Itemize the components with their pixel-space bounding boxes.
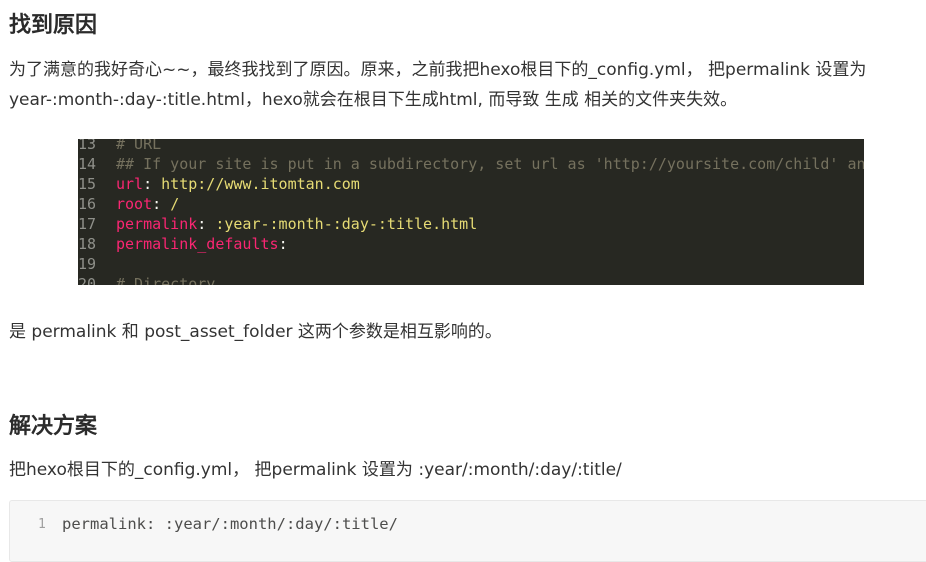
config-token: permalink_defaults [116,235,279,253]
config-token: # URL [116,139,162,153]
cause-paragraph-line-1: 为了满意的我好奇心~~，最终我找到了原因。原来，之前我把hexo根目下的_con… [9,60,867,80]
config-token: : [278,235,288,253]
config-token: root [116,195,153,213]
config-token: # Directory [116,275,216,285]
config-line: 16 root: / [78,194,179,214]
config-token: permalink [116,215,198,233]
config-line-number: 13 [78,139,97,153]
config-line-number: 15 [78,175,97,193]
config-line-number: 18 [78,235,97,253]
config-token: :year-:month-:day-:title.html [215,215,478,233]
note-paragraph: 是 permalink 和 post_asset_folder 这两个参数是相互… [9,322,502,342]
config-token: : [152,195,171,213]
config-line: 14 ## If your site is put in a subdirecto… [78,154,864,174]
config-token: : [197,215,216,233]
heading-find-cause: 找到原因 [9,13,98,38]
config-line: 20 # Directory [78,274,215,285]
config-token: ## If your site is put in a subdirectory… [116,155,864,173]
config-line: 13 # URL [78,139,161,154]
config-line-number: 14 [78,155,97,173]
solution-paragraph: 把hexo根目下的_config.yml， 把permalink 设置为 :ye… [9,460,622,480]
code-line-number: 1 [38,517,46,532]
config-line: 15 url: http://www.itomtan.com [78,174,360,194]
config-line: 18 permalink_defaults: [78,234,288,254]
solution-code-block: 1 permalink: :year/:month/:day/:title/ [9,500,926,562]
config-line-number: 19 [78,255,97,273]
config-token: url [116,175,144,193]
config-token: http://www.itomtan.com [161,175,360,193]
config-token: / [170,195,180,213]
config-token: : [143,175,162,193]
config-line-number: 16 [78,195,97,213]
config-line-number: 17 [78,215,97,233]
cause-paragraph-line-2: year-:month-:day-:title.html，hexo就会在根目下生… [9,90,738,110]
config-line-number: 20 [78,275,97,285]
config-line: 19 [78,254,116,274]
code-line: permalink: :year/:month/:day/:title/ [62,515,398,533]
config-code-screenshot: 13 # URL 14 ## If your site is put in a sub… [78,139,864,285]
heading-solution: 解决方案 [9,414,98,439]
config-line: 17 permalink: :year-:month-:day-:title.ht… [78,214,477,234]
